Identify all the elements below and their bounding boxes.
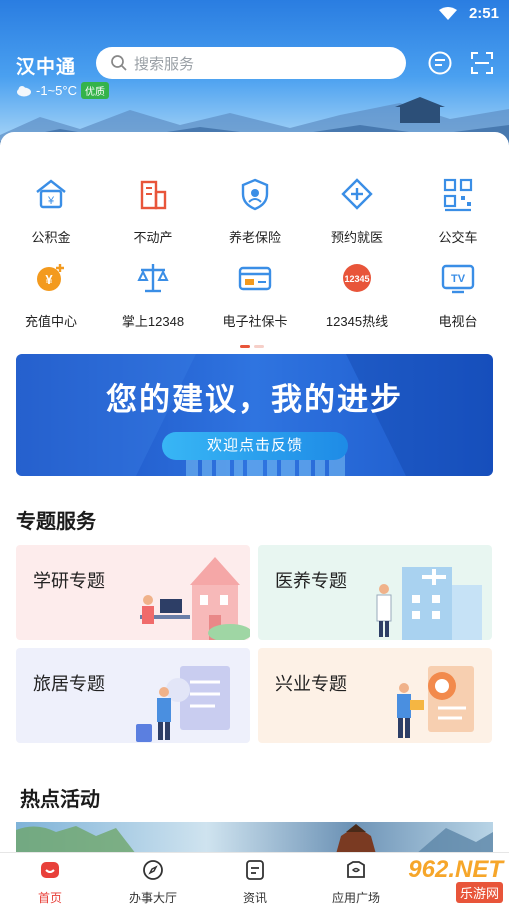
service-hotline-12345[interactable]: 12345 12345热线 — [307, 260, 407, 330]
wifi-icon — [439, 7, 457, 20]
service-label: 公积金 — [31, 230, 71, 245]
svg-text:TV: TV — [451, 273, 466, 285]
news-icon — [246, 860, 264, 880]
topics-heading: 专题服务 — [16, 511, 96, 533]
page-indicator — [240, 335, 268, 353]
housing-fund-icon: ¥ — [36, 179, 66, 209]
travel-illustration — [136, 666, 230, 742]
topic-label: 兴业专题 — [275, 674, 347, 694]
service-legal-scale[interactable]: 掌上12348 — [103, 260, 203, 330]
medical-appointment-icon — [341, 178, 373, 210]
watermark-logo: 962.NET 乐游网 — [408, 856, 503, 903]
recharge-icon: ¥ — [37, 264, 64, 291]
feedback-button[interactable]: 欢迎点击反馈 — [162, 432, 348, 460]
service-pension-insurance[interactable]: 养老保险 — [205, 176, 305, 246]
social-security-card-icon — [238, 266, 272, 291]
home-icon — [41, 862, 59, 878]
bus-qr-icon — [443, 178, 473, 212]
watermark-brand: 962.NET — [408, 856, 503, 883]
topic-label: 旅居专题 — [33, 674, 105, 694]
watermark-sub: 乐游网 — [455, 882, 503, 903]
search-input[interactable]: 搜索服务 — [96, 47, 406, 79]
svg-text:¥: ¥ — [45, 272, 53, 287]
weather-widget[interactable]: -1~5°C 优质 — [16, 82, 109, 99]
topic-label: 医养专题 — [275, 571, 347, 591]
tab-label: 办事大厅 — [128, 891, 177, 905]
search-placeholder: 搜索服务 — [134, 55, 195, 73]
real-estate-icon — [140, 180, 167, 210]
service-real-estate[interactable]: 不动产 — [103, 176, 203, 246]
clock: 2:51 — [468, 5, 499, 22]
service-bus-qr[interactable]: 公交车 — [408, 176, 508, 246]
topic-tile-travel[interactable]: 旅居专题 — [16, 648, 250, 743]
tv-icon: TV — [441, 264, 475, 294]
service-label: 电子社保卡 — [222, 314, 288, 329]
tab-label: 资讯 — [242, 891, 267, 905]
hotline-12345-icon: 12345 — [343, 264, 371, 292]
status-bar: 2:51 — [0, 0, 509, 28]
air-quality-badge: 优质 — [80, 82, 109, 99]
activity-scenery — [16, 824, 493, 854]
service-label: 12345热线 — [325, 314, 389, 329]
message-icon[interactable] — [427, 50, 453, 76]
hospital-illustration — [376, 567, 482, 640]
banner-title: 您的建议，我的进步 — [106, 382, 403, 417]
tab-news[interactable]: 资讯 — [215, 859, 295, 906]
topic-tile-study[interactable]: 学研专题 — [16, 545, 250, 640]
hot-activity-banner[interactable] — [16, 822, 493, 854]
tab-app-square[interactable]: 应用广场 — [316, 859, 396, 906]
service-tv[interactable]: TV 电视台 — [408, 260, 508, 330]
service-label: 掌上12348 — [121, 314, 185, 329]
school-illustration — [140, 557, 250, 640]
city-title[interactable]: 汉中通 — [16, 52, 76, 79]
legal-scale-icon — [137, 264, 169, 293]
app-square-icon — [347, 861, 365, 878]
service-label: 电视台 — [438, 314, 478, 329]
service-medical-appointment[interactable]: 预约就医 — [307, 176, 407, 246]
pension-insurance-icon — [241, 178, 269, 211]
compass-icon — [143, 860, 163, 880]
topic-label: 学研专题 — [33, 571, 105, 591]
tab-label: 首页 — [37, 891, 62, 905]
svg-text:12345: 12345 — [344, 274, 369, 284]
service-social-security-card[interactable]: 电子社保卡 — [205, 260, 305, 330]
cloud-icon — [17, 85, 31, 96]
service-housing-fund[interactable]: ¥ 公积金 — [1, 176, 101, 246]
temperature: -1~5°C — [36, 83, 77, 98]
service-label: 养老保险 — [228, 230, 281, 245]
tab-home[interactable]: 首页 — [10, 859, 90, 906]
scan-icon[interactable] — [469, 50, 495, 76]
business-illustration — [397, 666, 474, 738]
service-label: 预约就医 — [330, 230, 383, 245]
service-label: 不动产 — [133, 230, 173, 245]
page-dot-active — [240, 345, 250, 348]
page-dot — [254, 345, 264, 348]
service-label: 公交车 — [438, 230, 478, 245]
hot-activities-heading: 热点活动 — [20, 789, 100, 811]
topic-tile-business[interactable]: 兴业专题 — [258, 648, 492, 743]
tab-service-hall[interactable]: 办事大厅 — [113, 859, 193, 906]
service-label: 充值中心 — [24, 314, 77, 329]
search-icon — [111, 55, 127, 71]
feedback-banner[interactable]: 您的建议，我的进步 欢迎点击反馈 — [16, 354, 493, 476]
svg-text:¥: ¥ — [47, 195, 55, 207]
topic-tile-health[interactable]: 医养专题 — [258, 545, 492, 640]
service-recharge[interactable]: ¥ 充值中心 — [1, 260, 101, 330]
tab-label: 应用广场 — [331, 891, 380, 905]
